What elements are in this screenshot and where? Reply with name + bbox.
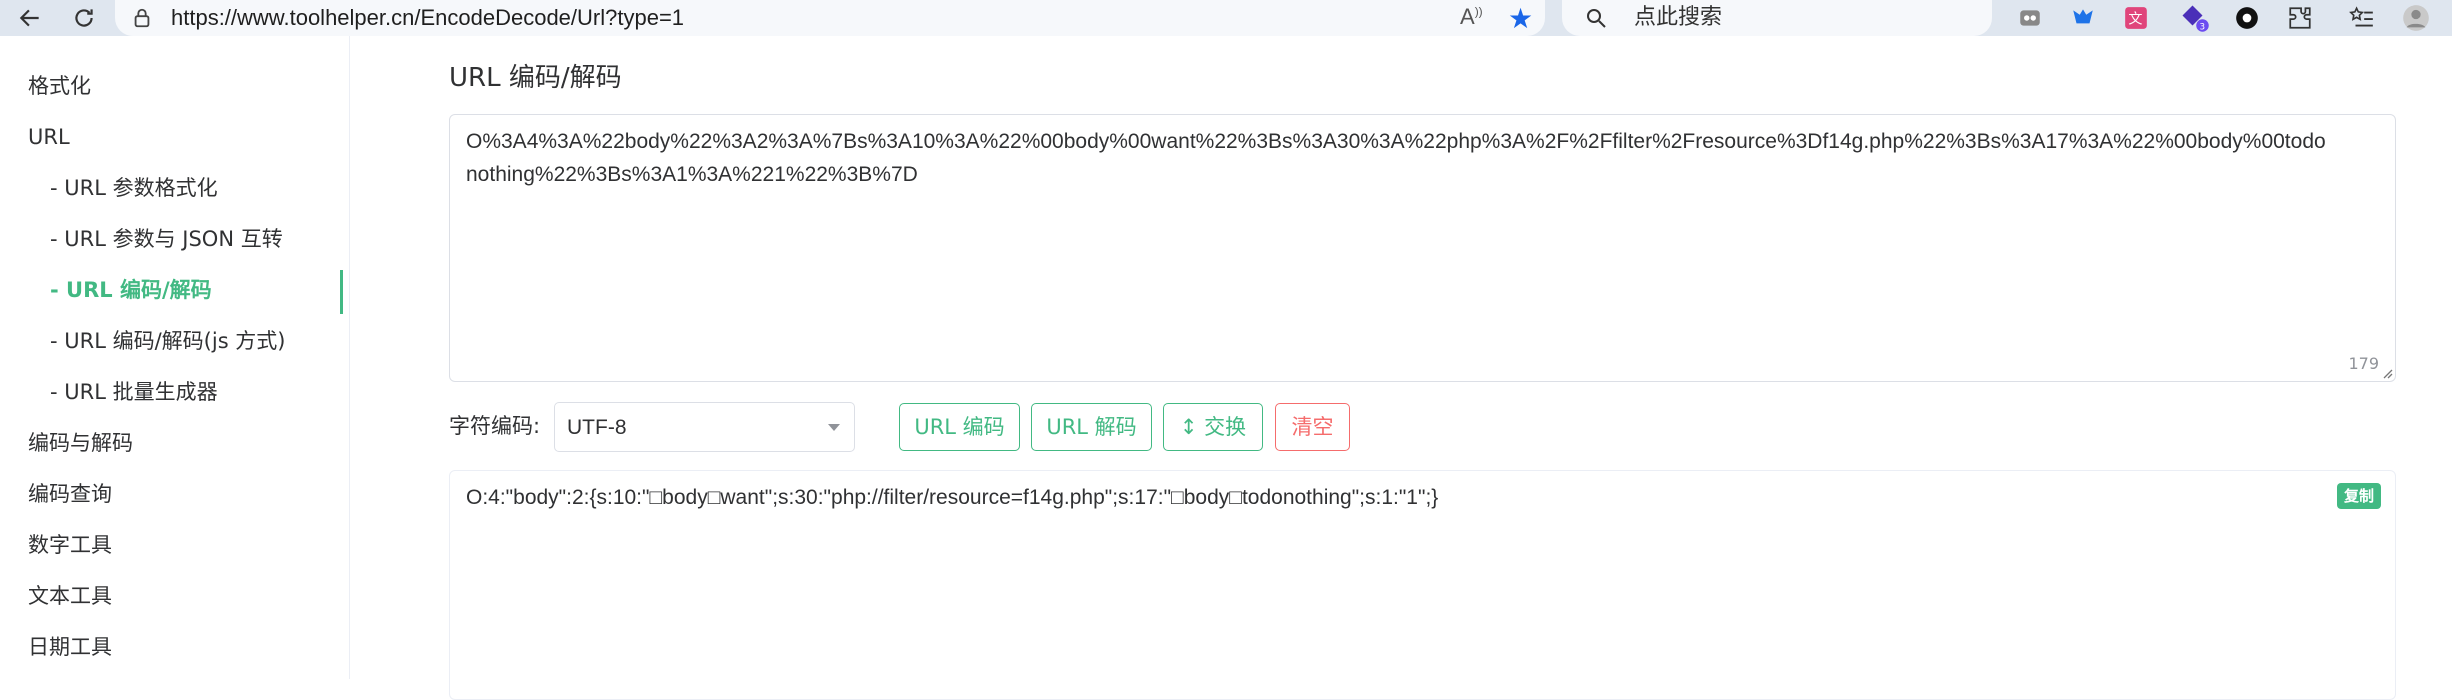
url-input-textarea[interactable]: O%3A4%3A%22body%22%3A2%3A%7Bs%3A10%3A%22… xyxy=(449,114,2396,382)
clear-button[interactable]: 清空 xyxy=(1275,403,1350,451)
extensions-puzzle-icon[interactable] xyxy=(2285,3,2315,33)
page-title: URL 编码/解码 xyxy=(449,63,622,93)
search-icon xyxy=(1587,9,1606,28)
extension-bird-icon[interactable] xyxy=(2068,3,2098,33)
browser-toolbar: https://www.toolhelper.cn/EncodeDecode/U… xyxy=(0,0,2452,36)
sidebar-item-format[interactable]: 格式化 xyxy=(28,71,91,101)
extension-badge-count: 3 xyxy=(2200,22,2206,32)
sidebar-item-url-batch-generator[interactable]: - URL 批量生成器 xyxy=(50,377,218,407)
svg-text:文: 文 xyxy=(2128,11,2142,27)
sidebar-item-url-param-json[interactable]: - URL 参数与 JSON 互转 xyxy=(50,224,283,254)
char-count: 179 xyxy=(2348,354,2379,373)
profile-avatar-icon[interactable] xyxy=(2401,3,2431,33)
sidebar-item-url[interactable]: URL xyxy=(28,122,70,152)
search-placeholder[interactable]: 点此搜索 xyxy=(1634,3,1722,33)
input-text[interactable]: O%3A4%3A%22body%22%3A2%3A%7Bs%3A10%3A%22… xyxy=(466,125,2336,191)
favorite-star-icon[interactable]: ★ xyxy=(1508,2,1533,35)
address-bar[interactable]: https://www.toolhelper.cn/EncodeDecode/U… xyxy=(115,0,1545,36)
sidebar-active-indicator xyxy=(340,270,343,314)
extension-diamond-icon[interactable]: 3 xyxy=(2180,3,2210,33)
back-arrow-icon xyxy=(19,9,39,27)
sidebar: 格式化 URL - URL 参数格式化 - URL 参数与 JSON 互转 - … xyxy=(0,36,350,679)
sidebar-item-text-tools[interactable]: 文本工具 xyxy=(28,581,112,611)
chevron-down-icon[interactable] xyxy=(828,424,840,431)
copy-button[interactable]: 复制 xyxy=(2336,483,2381,509)
refresh-button[interactable] xyxy=(68,2,100,34)
sidebar-item-number-tools[interactable]: 数字工具 xyxy=(28,530,112,560)
sidebar-item-encode-decode[interactable]: 编码与解码 xyxy=(28,428,133,458)
charset-label: 字符编码: xyxy=(449,414,541,438)
extension-circle-icon[interactable] xyxy=(2232,3,2262,33)
back-button[interactable] xyxy=(14,2,46,34)
collections-icon[interactable] xyxy=(2015,3,2045,33)
read-aloud-icon[interactable]: A)) xyxy=(1460,4,1483,30)
swap-button[interactable]: ↕ 交换 xyxy=(1163,403,1263,451)
output-text[interactable]: O:4:"body":2:{s:10:"□body□want";s:30:"ph… xyxy=(466,481,2379,514)
search-bar[interactable]: 点此搜索 xyxy=(1562,0,1992,36)
refresh-icon xyxy=(75,9,93,27)
url-encode-button[interactable]: URL 编码 xyxy=(899,403,1020,451)
translate-extension-icon[interactable]: 文 xyxy=(2121,3,2151,33)
sidebar-item-encoding-lookup[interactable]: 编码查询 xyxy=(28,479,112,509)
output-panel: O:4:"body":2:{s:10:"□body□want";s:30:"ph… xyxy=(449,470,2396,700)
sidebar-item-url-encode-decode[interactable]: - URL 编码/解码 xyxy=(50,275,212,305)
charset-select[interactable]: UTF-8 xyxy=(554,402,855,452)
favorites-list-icon[interactable] xyxy=(2347,3,2377,33)
url-text[interactable]: https://www.toolhelper.cn/EncodeDecode/U… xyxy=(171,3,684,33)
sidebar-item-date-tools[interactable]: 日期工具 xyxy=(28,632,112,662)
lock-icon[interactable] xyxy=(131,7,153,29)
resize-handle-icon[interactable] xyxy=(2381,367,2393,379)
url-decode-button[interactable]: URL 解码 xyxy=(1031,403,1152,451)
charset-selected-value[interactable]: UTF-8 xyxy=(567,413,627,443)
sidebar-item-url-param-format[interactable]: - URL 参数格式化 xyxy=(50,173,218,203)
sidebar-item-url-encode-decode-js[interactable]: - URL 编码/解码(js 方式) xyxy=(50,326,286,356)
